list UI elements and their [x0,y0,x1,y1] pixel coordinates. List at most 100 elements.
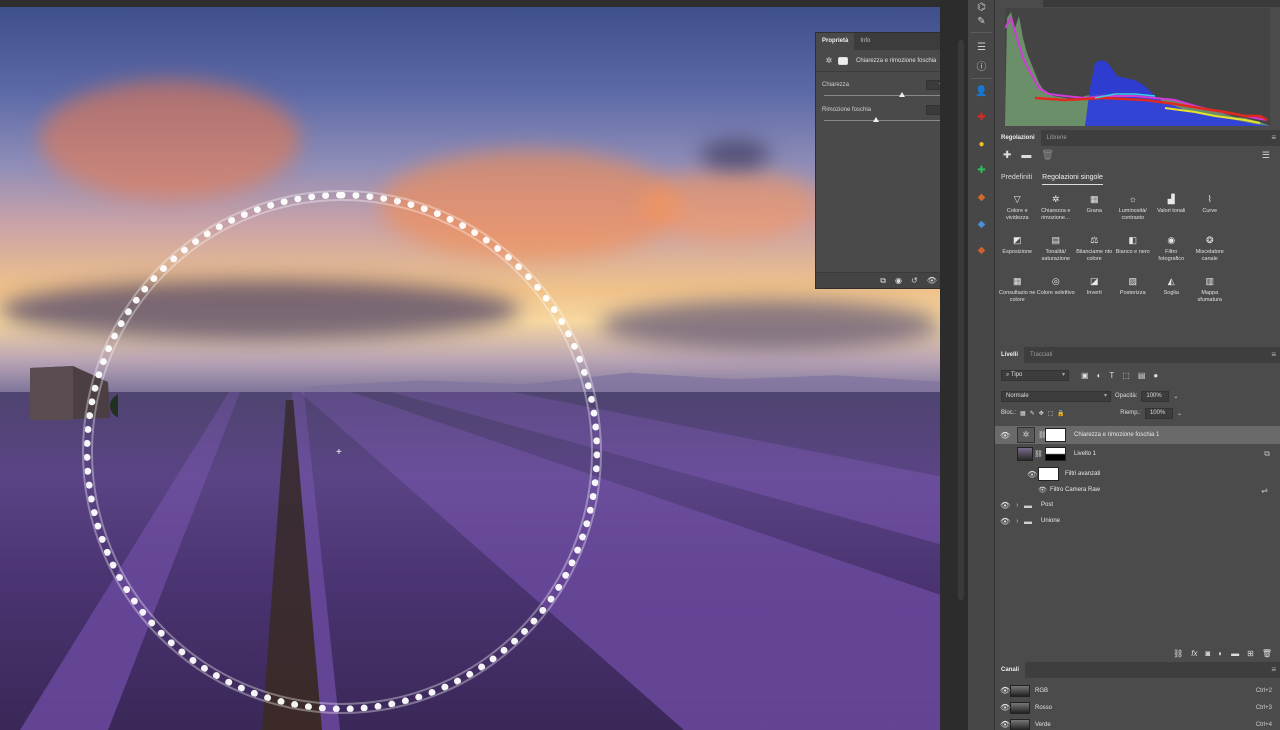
adjustment-button[interactable]: ◉ Filtro fotografico [1152,233,1191,269]
reset-icon[interactable]: ↺ [911,276,918,285]
visibility-eye-icon[interactable]: 👁 [1000,703,1010,712]
visibility-eye-icon[interactable]: 👁 [1000,501,1010,510]
channel-row[interactable]: 👁 Rosso Ctrl+3 [995,699,1280,716]
panel-menu-icon[interactable]: ≡ [1271,347,1276,363]
smart-object-filter-icon[interactable]: ▤ [1138,371,1146,380]
adjustment-filter-icon[interactable]: ◐ [1097,371,1102,380]
adjustment-button[interactable]: ▨ Posterizza [1114,274,1153,310]
layer-filter-select[interactable]: ⌕ Tipo ▾ [1001,370,1069,381]
group-name[interactable]: Unione [1041,518,1060,524]
dehaze-slider-knob[interactable] [873,117,879,122]
adjustment-button[interactable]: ◧ Bianco e nero [1114,233,1153,269]
clarity-slider-track[interactable] [824,95,952,96]
adjustment-button[interactable]: ◎ Colore selettivo [1037,274,1076,310]
layer-row[interactable]: 👁 › ▬ Unione [995,512,1280,530]
clarity-adjustment-icon[interactable]: ✲ [824,56,834,66]
filter-options-icon[interactable]: ⇌ [1261,486,1268,495]
document-canvas[interactable]: + [0,0,940,730]
fill-field[interactable]: 100% [1144,407,1173,419]
group-icon[interactable]: ▬ [1231,649,1239,658]
trash-icon[interactable]: 🗑 [1041,150,1054,161]
filter-toggle-icon[interactable]: ● [1153,371,1158,380]
visibility-eye-icon[interactable]: 👁 [1000,686,1010,695]
clip-icon[interactable]: ⧉ [880,276,886,286]
adjustment-button[interactable]: ▦ Consultazio ne colore [998,274,1037,310]
layer-row[interactable]: ⛓ Livello 1 ⧉ [995,445,1280,463]
new-layer-icon[interactable]: ⊞ [1247,649,1254,658]
filter-name[interactable]: Filtro Camera Raw [1050,487,1100,493]
people-icon[interactable]: 👤 [974,84,989,99]
lock-pixels-icon[interactable]: ✎ [1030,410,1035,417]
smart-filters-label[interactable]: Filtri avanzati [1065,471,1100,477]
link-icon[interactable]: ⛓ [1034,450,1043,458]
visibility-eye-icon[interactable]: 👁 [1038,486,1047,494]
adjustment-button[interactable]: ◭ Soglia [1152,274,1191,310]
clarity-slider-knob[interactable] [899,92,905,97]
swatches-icon[interactable]: ✚ [974,163,989,178]
adjustment-icon[interactable]: ◐ [1218,649,1223,658]
tab-paths[interactable]: Tracciati [1024,347,1058,363]
chevron-down-icon[interactable]: ⌄ [1173,393,1178,400]
gradients-icon[interactable]: ◆ [974,190,989,205]
tab-libraries[interactable]: Librerie [1041,130,1073,146]
lock-artboard-icon[interactable]: ⬚ [1048,410,1054,417]
panel-menu-icon[interactable]: ≡ [1271,130,1276,146]
adjustment-button[interactable]: ▤ Tonalità/ saturazione [1037,233,1076,269]
layer-mask-icon[interactable] [838,56,848,66]
tab-properties[interactable]: Proprietà [816,33,855,50]
panel-menu-icon[interactable]: ≡ [1271,662,1276,678]
layer-name[interactable]: Chiarezza e rimozione foschia 1 [1074,432,1159,438]
color-icon[interactable]: ● [974,137,989,152]
chevron-right-icon[interactable]: › [1016,518,1018,525]
opacity-field[interactable]: 100% [1141,390,1170,402]
channel-row[interactable]: 👁 RGB Ctrl+2 [995,682,1280,699]
adjustment-button[interactable]: ▦ Grana [1075,192,1114,228]
adjustment-button[interactable]: ❂ Miscelatore canale [1191,233,1230,269]
adjustment-button[interactable]: ▟ Valori tonali [1152,192,1191,228]
visibility-eye-icon[interactable]: 👁 [1000,431,1010,440]
pixel-filter-icon[interactable]: ▣ [1081,371,1089,380]
tab-layers[interactable]: Livelli [995,347,1025,363]
type-filter-icon[interactable]: T [1109,371,1114,380]
adjustment-button[interactable]: ▽ Colore e vividezza [998,192,1037,228]
lock-position-icon[interactable]: ✥ [1039,410,1044,417]
mask-thumbnail[interactable] [1045,447,1066,461]
styles-icon[interactable]: ◆ [974,243,989,258]
plus-icon[interactable]: ✚ [1003,150,1011,161]
adjustment-button[interactable]: ☼ Luminosità/ contrasto [1114,192,1153,228]
info-icon[interactable]: ⓘ [974,58,989,73]
subtab-single-adjustments[interactable]: Regolazioni singole [1042,174,1103,185]
dehaze-slider-track[interactable] [824,120,952,121]
channel-row[interactable]: 👁 Verde Ctrl+4 [995,716,1280,730]
mask-thumbnail[interactable] [1045,428,1066,442]
group-name[interactable]: Post [1041,502,1053,508]
chevron-down-icon[interactable]: ⌄ [1177,410,1182,417]
vertical-scrollbar[interactable] [958,40,964,600]
view-previous-icon[interactable]: ◉ [895,276,902,285]
lock-all-icon[interactable]: 🔒 [1057,410,1064,417]
chevron-right-icon[interactable]: › [1016,502,1018,509]
tab-adjustments[interactable]: Regolazioni [995,130,1041,146]
adjustment-button[interactable]: ⌇ Curve [1191,192,1230,228]
subtab-presets[interactable]: Predefiniti [1001,174,1032,185]
patterns-icon[interactable]: ◆ [974,217,989,232]
visibility-eye-icon[interactable]: 👁 [1000,720,1010,729]
smart-filter-mask-thumbnail[interactable] [1038,467,1059,481]
blend-mode-select[interactable]: Normale ▾ [1001,390,1111,402]
fx-icon[interactable]: fx [1191,649,1197,658]
visibility-eye-icon[interactable]: 👁 [1000,517,1010,526]
visibility-eye-icon[interactable]: 👁 [1027,470,1037,479]
tab-channels[interactable]: Canali [995,662,1026,678]
navigator-icon[interactable]: ✚ [974,110,989,125]
adjustment-button[interactable]: ⚖ Bilanciame nto colore [1075,233,1114,269]
layer-row[interactable]: 👁 ✲ ⛓ Chiarezza e rimozione foschia 1 [995,426,1280,444]
layer-name[interactable]: Livello 1 [1074,451,1096,457]
list-view-icon[interactable]: ☰ [1262,150,1270,161]
adjustment-button[interactable]: ◪ Inverti [1075,274,1114,310]
adjustment-button[interactable]: ✲ Chiarezza e rimozione… [1037,192,1076,228]
shape-filter-icon[interactable]: ⬚ [1122,371,1130,380]
layer-thumbnail[interactable] [1017,447,1033,461]
mask-icon[interactable]: ◙ [1205,649,1210,658]
lock-transparency-icon[interactable]: ▦ [1020,410,1026,417]
adjustment-button[interactable]: ◩ Esposizione [998,233,1037,269]
